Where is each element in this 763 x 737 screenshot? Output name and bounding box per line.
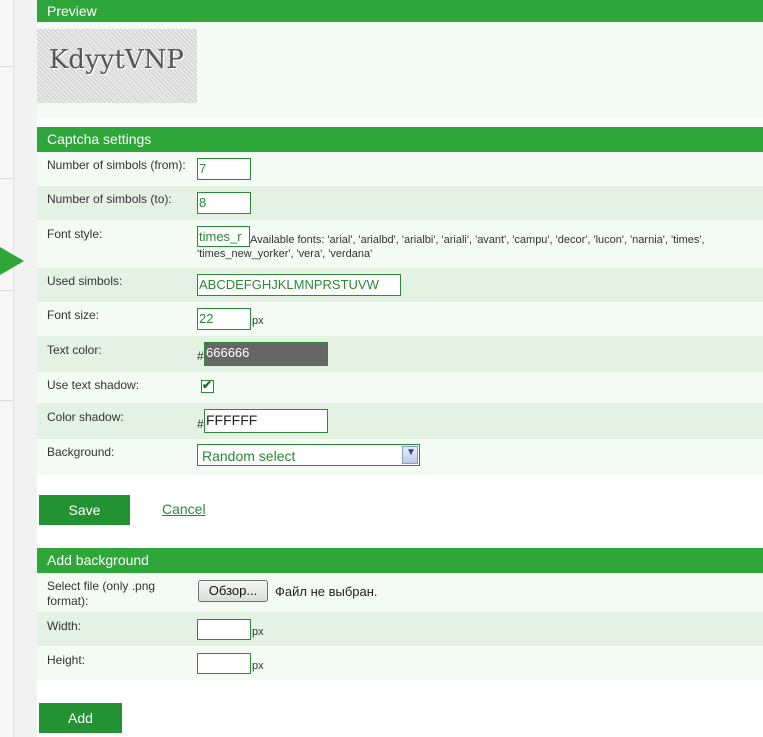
width-input[interactable] [197, 619, 251, 640]
available-fonts-note: Available fonts: 'arial', 'arialbd', 'ar… [197, 234, 705, 260]
left-sidebar [0, 0, 14, 737]
row-background: Background: Random select ▼ [37, 439, 763, 475]
row-font-size: Font size: 22 px [37, 302, 763, 336]
captcha-preview-image: KdyytVNP [37, 29, 197, 103]
text-color-hash: # [197, 349, 204, 363]
select-file-label: Select file (only .png format): [47, 579, 156, 608]
color-shadow-input[interactable]: FFFFFF [204, 409, 328, 433]
row-text-color: Text color: # 666666 [37, 336, 763, 372]
background-select[interactable]: Random select ▼ [197, 444, 420, 466]
cancel-link[interactable]: Cancel [162, 501, 206, 517]
font-style-label: Font style: [47, 227, 103, 241]
preview-panel: KdyytVNP [37, 22, 763, 118]
add-background-header: Add background [37, 548, 763, 573]
used-symbols-label: Used simbols: [47, 274, 123, 288]
font-size-label: Font size: [47, 308, 100, 322]
row-select-file: Select file (only .png format): Обзор...… [37, 573, 763, 612]
color-shadow-label: Color shadow: [47, 410, 124, 424]
symbols-from-label: Number of simbols (from): [47, 158, 186, 172]
font-size-unit: px [252, 315, 264, 327]
symbols-to-input[interactable]: 8 [197, 192, 251, 214]
active-section-arrow-icon [0, 247, 24, 275]
preview-header: Preview [37, 0, 763, 22]
main-content: Preview KdyytVNP Captcha settings Number… [37, 0, 763, 737]
text-shadow-checkbox[interactable]: ✔ [201, 378, 214, 393]
checkmark-icon: ✔ [202, 378, 213, 392]
symbols-to-label: Number of simbols (to): [47, 192, 172, 206]
row-width: Width: px [37, 612, 763, 646]
background-select-value: Random select [202, 448, 296, 464]
symbols-from-input[interactable]: 7 [197, 158, 251, 180]
width-unit: px [252, 626, 264, 638]
background-label: Background: [47, 445, 115, 459]
save-button[interactable]: Save [39, 495, 130, 525]
sidebar-divider [0, 290, 13, 291]
file-status-text: Файл не выбран. [275, 584, 378, 599]
captcha-settings-header: Captcha settings [37, 127, 763, 152]
row-symbols-from: Number of simbols (from): 7 [37, 152, 763, 186]
add-button[interactable]: Add [39, 703, 122, 733]
used-symbols-input[interactable]: ABCDEFGHJKLMNPRSTUVW [197, 274, 401, 296]
text-color-input[interactable]: 666666 [204, 342, 328, 366]
captcha-text: KdyytVNP [49, 45, 184, 75]
row-used-symbols: Used simbols: ABCDEFGHJKLMNPRSTUVW [37, 268, 763, 302]
height-label: Height: [47, 653, 86, 667]
row-text-shadow: Use text shadow: ✔ [37, 372, 763, 403]
browse-file-button[interactable]: Обзор... [198, 580, 268, 602]
width-label: Width: [47, 619, 82, 633]
sidebar-divider [0, 178, 13, 179]
color-shadow-hash: # [197, 417, 204, 431]
sidebar-divider [0, 66, 13, 67]
row-color-shadow: Color shadow: # FFFFFF [37, 403, 763, 439]
height-input[interactable] [197, 653, 251, 674]
row-height: Height: px [37, 646, 763, 680]
row-font-style: Font style: times_r Available fonts: 'ar… [37, 220, 763, 268]
chevron-down-icon[interactable]: ▼ [402, 446, 418, 464]
text-shadow-label: Use text shadow: [47, 378, 140, 392]
sidebar-divider [0, 400, 13, 401]
font-size-input[interactable]: 22 [197, 308, 251, 330]
height-unit: px [252, 660, 264, 672]
row-symbols-to: Number of simbols (to): 8 [37, 186, 763, 220]
text-color-label: Text color: [47, 343, 102, 357]
